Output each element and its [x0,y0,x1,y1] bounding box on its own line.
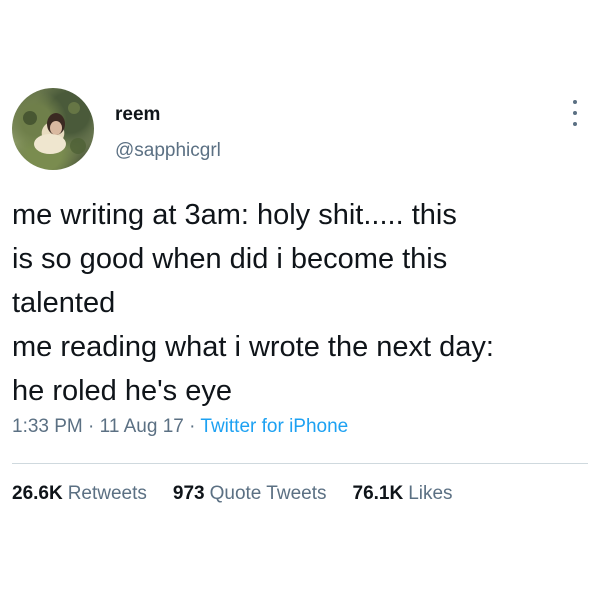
retweets-count: 26.6K [12,483,63,504]
tweet-source-link[interactable]: Twitter for iPhone [200,416,348,437]
quote-tweets-count: 973 [172,483,205,504]
likes-stat[interactable]: 76.1K Likes [353,483,453,505]
tweet-text-line: talented [12,287,116,319]
tweet-time[interactable]: 1:33 PM [12,416,83,437]
avatar-photo-icon [23,102,86,154]
tweet-text: me writing at 3am: holy shit..... this i… [12,193,592,413]
tweet-text-line: is so good when did i become this [12,243,448,275]
quote-tweets-label: Quote Tweets [209,483,327,504]
divider [12,463,588,464]
retweets-stat[interactable]: 26.6K Retweets [12,483,147,505]
tweet-text-line: me reading what i wrote the next day: [12,331,494,363]
likes-label: Likes [408,483,453,504]
retweets-label: Retweets [67,483,147,504]
meta-separator: · [189,416,196,437]
tweet-card: reem @sapphicgrl me writing at 3am: holy… [0,0,600,600]
more-options-icon[interactable] [571,100,579,126]
meta-separator: · [88,416,95,437]
quote-tweets-stat[interactable]: 973 Quote Tweets [173,483,327,505]
avatar[interactable] [12,88,94,170]
tweet-meta: 1:33 PM · 11 Aug 17 · Twitter for iPhone [12,416,348,438]
user-handle[interactable]: @sapphicgrl [115,140,221,162]
tweet-date[interactable]: 11 Aug 17 [100,416,184,437]
tweet-text-line: he roled he's eye [12,375,232,407]
tweet-text-line: me writing at 3am: holy shit..... this [12,199,457,231]
tweet-stats: 26.6K Retweets 973 Quote Tweets 76.1K Likes [12,483,453,505]
likes-count: 76.1K [352,483,404,504]
display-name[interactable]: reem [115,104,160,126]
